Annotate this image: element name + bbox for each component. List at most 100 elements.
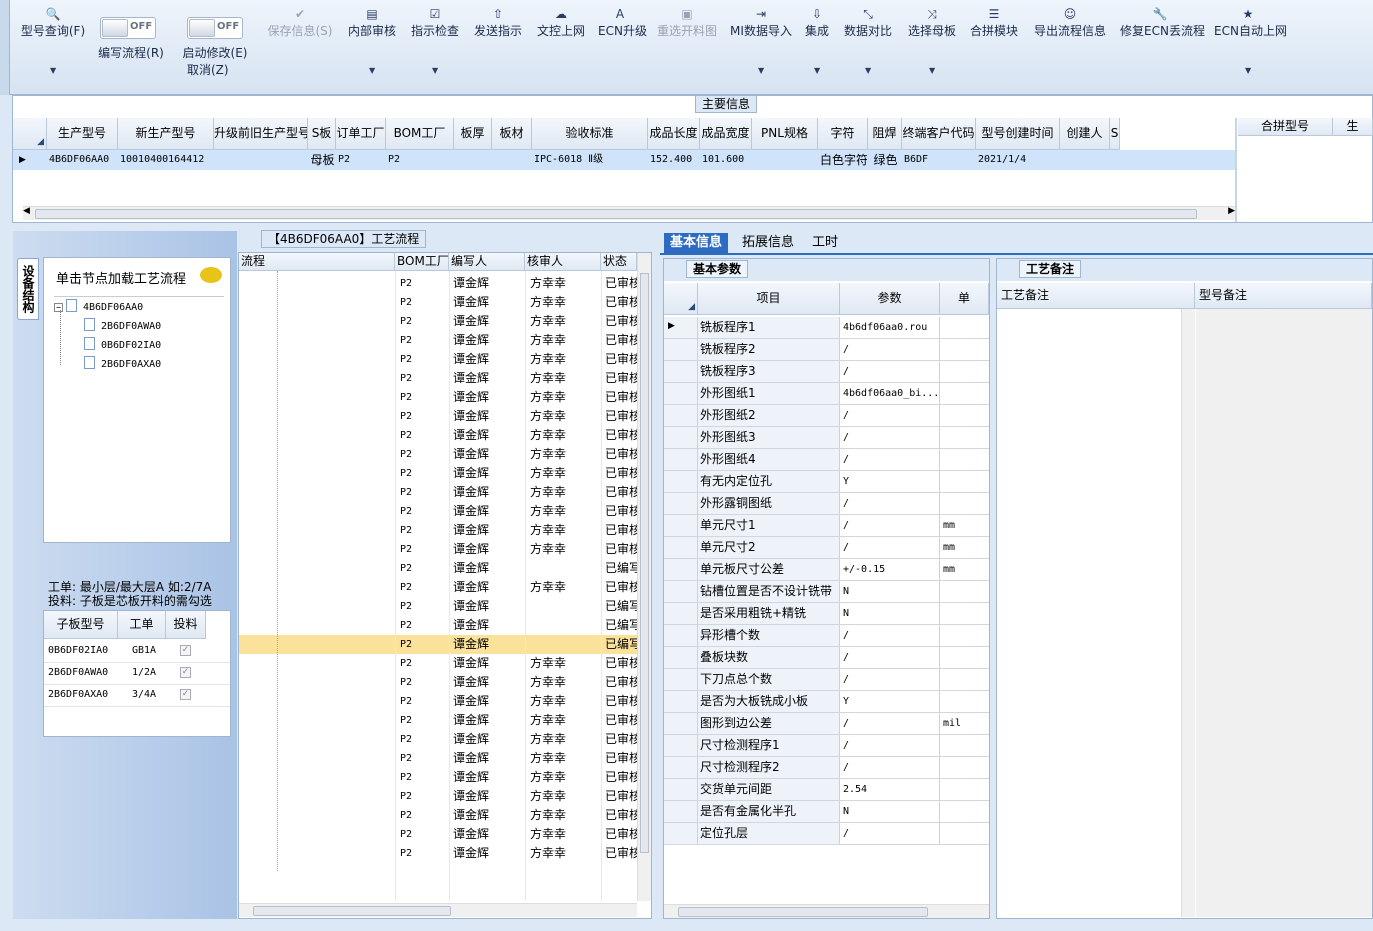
param-row[interactable]: 是否采用粗铣+精铣 N [664,603,989,625]
param-value[interactable]: / [841,757,940,778]
flow-row[interactable]: 阻焊前处理P2谭金辉方幸幸已审核 [239,312,637,331]
cancel-label[interactable]: 取消(Z) [187,61,229,78]
flow-row[interactable]: 外层AOIP2谭金辉方幸幸已审核 [239,274,637,293]
param-value[interactable]: N [841,801,940,822]
param-row[interactable]: 尺寸检测程序1/ [664,735,989,757]
main-grid-header[interactable]: 订单工厂 [336,118,386,150]
param-row[interactable]: 钻槽位置是否不设计铣带 N [664,581,989,603]
process-note-text[interactable] [997,309,1181,917]
main-grid-header[interactable]: 型号创建时间 [976,118,1060,150]
flow-row[interactable]: −电子测试P2谭金辉已编写 [239,559,637,578]
param-value[interactable]: 4b6df06aa0.rou [841,317,940,338]
flow-header[interactable]: 流程 [239,253,395,271]
param-row[interactable]: ▶ 铣板程序1 4b6df06aa0.rou [664,317,989,339]
basic-header[interactable]: 项目 [698,283,840,315]
flow-header[interactable]: 核审人 [525,253,601,271]
scrollbar-thumb[interactable] [678,907,928,917]
flow-row[interactable]: −终检P2谭金辉方幸幸已审核 [239,673,637,692]
main-grid-header[interactable]: S板 [308,118,336,150]
sub-table-header[interactable]: 工单 [118,611,166,639]
scrollbar-thumb[interactable] [640,273,649,853]
dropdown-arrow-icon[interactable]: ▼ [865,66,871,75]
dropdown-arrow-icon[interactable]: ▼ [369,66,375,75]
tab-extended[interactable]: 拓展信息 [736,233,800,253]
toolbar-upload-button[interactable]: ⇧ 发送指示 [473,6,523,39]
main-grid-header[interactable]: 生产型号 [47,118,118,150]
scrollbar-thumb[interactable] [253,906,451,916]
flow-row[interactable]: 电子测试P2谭金辉已编写 [239,597,637,616]
param-row[interactable]: 是否为大板铣成小板 Y [664,691,989,713]
param-value[interactable]: / [841,735,940,756]
flow-row[interactable]: 入库P2谭金辉方幸幸已审核 [239,806,637,825]
param-value[interactable]: / [841,515,940,536]
main-grid-header[interactable]: 板厚 [454,118,492,150]
toolbar-check-button[interactable]: ✔ 保存信息(S) [266,6,334,39]
model-note-header[interactable]: 型号备注 [1195,283,1372,309]
param-value[interactable]: 4b6df06aa0_bi... [841,383,940,404]
flow-row[interactable]: −外形P2谭金辉已编写 [239,616,637,635]
tree-root-node[interactable]: − 4B6DF06AA0 [54,298,143,317]
note-vertical-scrollbar[interactable] [1181,309,1195,917]
param-value[interactable]: / [841,427,940,448]
param-row[interactable]: 单元尺寸2/mm [664,537,989,559]
param-row[interactable]: 叠板块数 / [664,647,989,669]
param-value[interactable]: 2.54 [841,779,940,800]
scroll-right-icon[interactable]: ▶ [1228,206,1235,216]
toolbar-search-button[interactable]: 🔍 型号查询(F) [20,6,86,39]
toolbar-image-button[interactable]: ▣ 重选开料图 [656,6,718,39]
flow-row[interactable]: 出库P2谭金辉方幸幸已审核 [239,844,637,863]
write-flow-toggle[interactable]: OFF [100,17,156,39]
dropdown-arrow-icon[interactable]: ▼ [814,66,820,75]
flow-row[interactable]: −字符P2谭金辉方幸幸已审核 [239,407,637,426]
param-value[interactable]: / [841,361,940,382]
param-row[interactable]: 外形图纸1 4b6df06aa0_bi... [664,383,989,405]
flow-row[interactable]: 喷砂P2谭金辉方幸幸已审核 [239,483,637,502]
main-grid-header[interactable]: S [1110,118,1120,150]
tab-basic[interactable]: 基本信息 [664,233,729,253]
flow-horizontal-scrollbar[interactable] [239,903,637,917]
param-value[interactable]: +/-0.15 [841,559,940,580]
main-grid-header[interactable]: 终端客户代码 [902,118,976,150]
param-value[interactable]: N [841,603,940,624]
param-row[interactable]: 异形槽个数 / [664,625,989,647]
toolbar-star-button[interactable]: ★ ECN自动上网 [1214,6,1287,39]
flow-row[interactable]: 外观检查P2谭金辉方幸幸已审核 [239,711,637,730]
flow-row[interactable]: 水洗烘干P2谭金辉方幸幸已审核 [239,540,637,559]
toolbar-font-button[interactable]: A ECN升级 [598,6,647,39]
flow-row[interactable]: 显影P2谭金辉方幸幸已审核 [239,388,637,407]
param-row[interactable]: 单元板尺寸公差 +/-0.15 mm [664,559,989,581]
toolbar-download-button[interactable]: ⇩ 集成 [804,6,830,39]
tree-child-node[interactable]: 2B6DF0AXA0 [84,355,161,374]
flow-row[interactable]: 字符P2谭金辉方幸幸已审核 [239,426,637,445]
flow-header[interactable]: BOM工厂 [395,253,449,271]
flow-row[interactable]: −成品仓P2谭金辉方幸幸已审核 [239,787,637,806]
param-row[interactable]: 下刀点总个数 / [664,669,989,691]
toolbar-checkbox-button[interactable]: ☑ 指示检查 [410,6,460,39]
dropdown-arrow-icon[interactable]: ▼ [50,66,56,75]
toolbar-cloud-upload-button[interactable]: ☁ 文控上网 [536,6,586,39]
dropdown-arrow-icon[interactable]: ▼ [1245,66,1251,75]
toolbar-print-button[interactable]: ▤ 内部审核 [348,6,396,39]
param-row[interactable]: 是否有金属化半孔 N [664,801,989,823]
flow-row[interactable]: 成品清洗P2谭金辉方幸幸已审核 [239,654,637,673]
param-row[interactable]: 铣板程序3/ [664,361,989,383]
param-row[interactable]: 图形到边公差 / mil [664,713,989,735]
dropdown-arrow-icon[interactable]: ▼ [432,66,438,75]
feed-checkbox[interactable]: ✓ [180,645,191,656]
main-grid-header[interactable]: 板材 [492,118,532,150]
dropdown-arrow-icon[interactable]: ▼ [758,66,764,75]
flow-row[interactable]: 沉金P2谭金辉方幸幸已审核 [239,521,637,540]
flow-row[interactable]: 铣板P2谭金辉已编写 [239,635,637,654]
flow-row[interactable]: 阻抗测试P2谭金辉方幸幸已审核 [239,578,637,597]
param-row[interactable]: 外形图纸3/ [664,427,989,449]
flow-vertical-scrollbar[interactable] [637,253,651,901]
main-grid-header[interactable]: 创建人 [1060,118,1110,150]
param-value[interactable]: / [841,713,940,734]
tab-structure[interactable]: 设备结构 [17,258,39,320]
param-row[interactable]: 外形图纸2/ [664,405,989,427]
main-grid-header[interactable]: 字符 [818,118,868,150]
comment-icon[interactable] [200,267,222,283]
main-grid-header[interactable]: 升级前旧生产型号 [214,118,308,150]
tree-child-node[interactable]: 0B6DF02IA0 [84,336,161,355]
param-value[interactable]: / [841,669,940,690]
